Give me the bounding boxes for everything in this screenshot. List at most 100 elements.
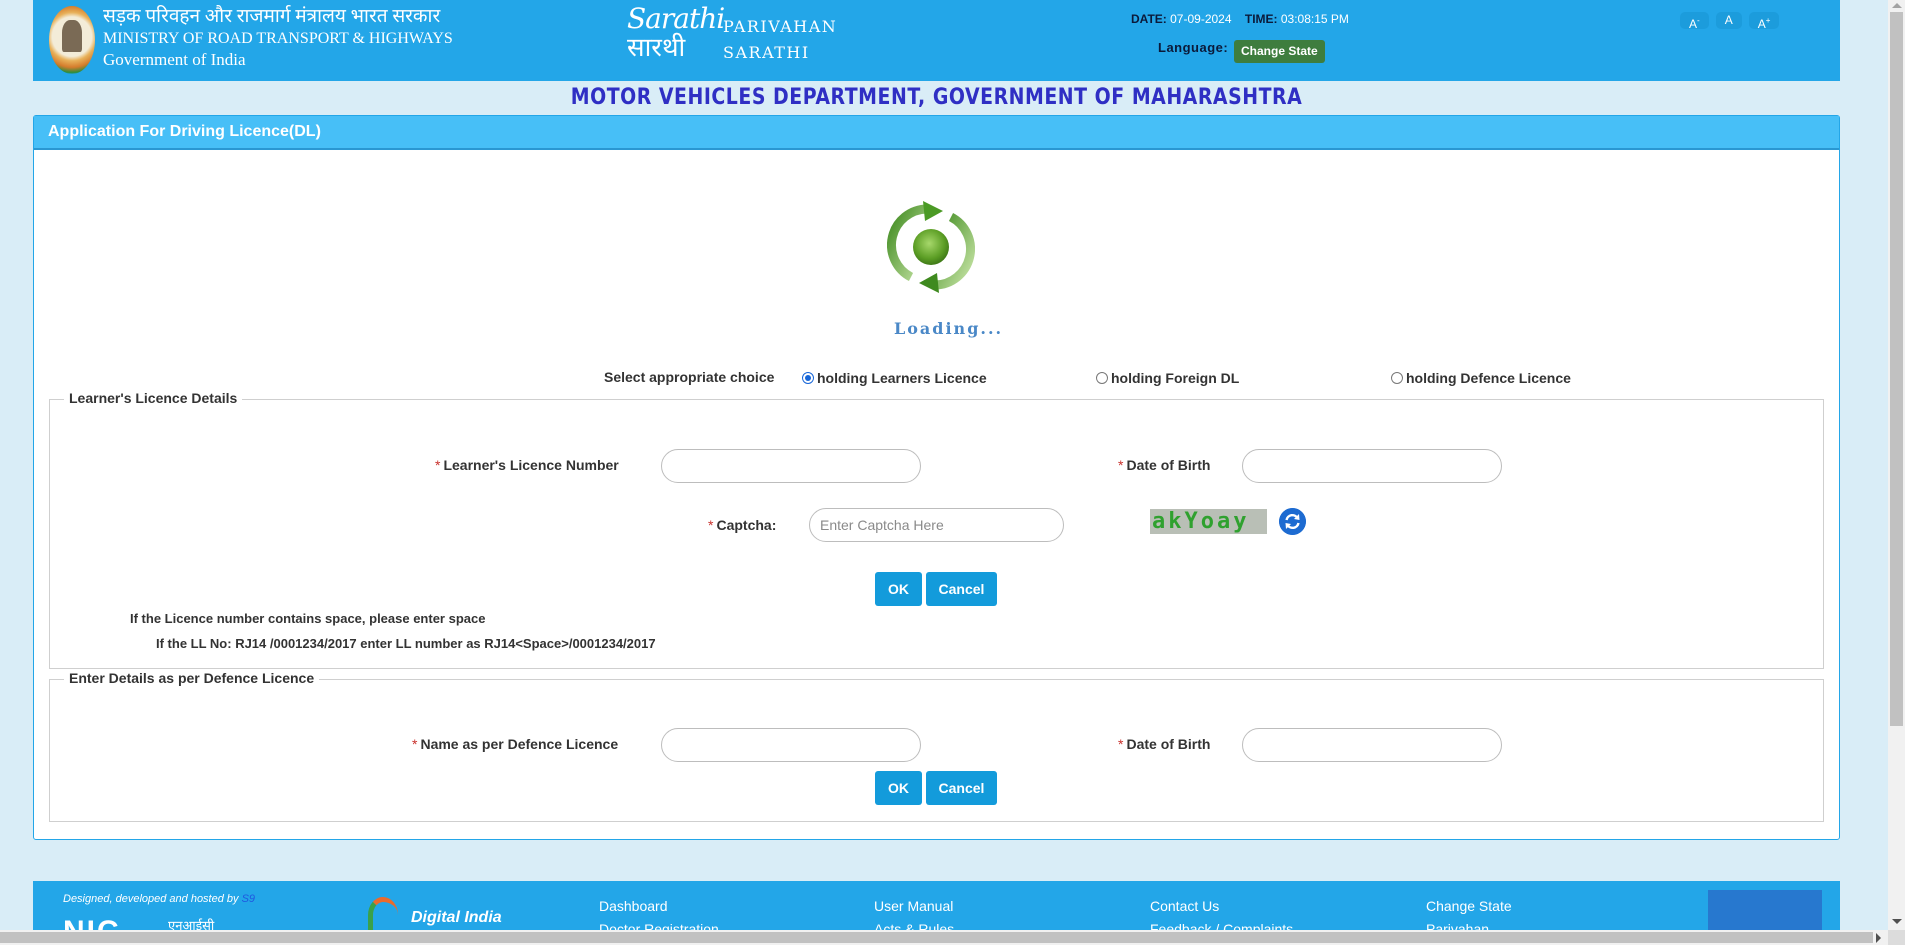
required-mark: * — [1118, 736, 1124, 752]
date-label: DATE: — [1131, 12, 1167, 26]
defence-name-label: * Name as per Defence Licence — [412, 736, 618, 752]
language-label: Language: — [1158, 40, 1229, 55]
captcha-input[interactable] — [809, 508, 1064, 542]
captcha-label-text: Captcha: — [716, 517, 777, 533]
defence-cancel-button[interactable]: Cancel — [926, 771, 997, 805]
required-mark: * — [435, 457, 441, 473]
radio-label: holding Learners Licence — [817, 370, 987, 386]
font-decrease-label: A — [1689, 17, 1698, 31]
scroll-up-arrow-icon[interactable] — [1892, 3, 1902, 8]
ll-number-input[interactable] — [661, 449, 921, 483]
site-header: सड़क परिवहन और राजमार्ग मंत्रालय भारत सर… — [33, 0, 1840, 81]
panel-heading: Application For Driving Licence(DL) — [34, 116, 1839, 150]
radio-defence-licence[interactable]: holding Defence Licence — [1391, 370, 1571, 386]
radio-label: holding Foreign DL — [1111, 370, 1240, 386]
footer-link-feedback[interactable]: Feedback / Complaints — [1150, 921, 1293, 930]
designed-by: Designed, developed and hosted by S9 — [63, 893, 255, 905]
footer-link-acts-rules[interactable]: Acts & Rules — [874, 921, 954, 930]
required-mark: * — [708, 517, 714, 533]
ministry-english: MINISTRY OF ROAD TRANSPORT & HIGHWAYS — [103, 30, 453, 47]
time-label: TIME: — [1244, 12, 1278, 26]
department-title: MOTOR VEHICLES DEPARTMENT, GOVERNMENT OF… — [570, 85, 1303, 110]
designed-by-text: Designed, developed and hosted by — [63, 893, 239, 905]
sarathi-logo-hindi: सारथी — [627, 33, 686, 63]
learner-ok-button[interactable]: OK — [875, 572, 922, 606]
change-state-button[interactable]: Change State — [1234, 40, 1325, 63]
ll-format-example: If the LL No: RJ14 /0001234/2017 enter L… — [156, 636, 656, 651]
vertical-scrollbar[interactable] — [1888, 0, 1905, 930]
defence-licence-fieldset: Enter Details as per Defence Licence * Na… — [49, 670, 1824, 822]
government-of-india: Government of India — [103, 50, 246, 69]
captcha-label: * Captcha: — [708, 517, 776, 533]
time-value: 03:08:15 PM — [1280, 12, 1349, 26]
radio-learners-licence[interactable]: holding Learners Licence — [802, 370, 987, 386]
defence-name-input[interactable] — [661, 728, 921, 762]
brand-line-2: SARATHI — [723, 43, 810, 62]
learner-cancel-button[interactable]: Cancel — [926, 572, 997, 606]
digital-india-logo-icon — [368, 897, 398, 930]
national-emblem-icon — [49, 6, 95, 74]
footer-link-contact-us[interactable]: Contact Us — [1150, 898, 1219, 914]
sarathi-logo-text: Sarathi — [627, 2, 725, 35]
font-decrease-sup: - — [1697, 16, 1700, 25]
footer-link-change-state[interactable]: Change State — [1426, 898, 1512, 914]
fieldset-legend: Learner's Licence Details — [64, 390, 243, 406]
footer-link-parivahan[interactable]: Parivahan — [1426, 921, 1489, 930]
horizontal-scrollbar-thumb[interactable] — [0, 932, 1873, 943]
required-mark: * — [412, 736, 418, 752]
font-normal-button[interactable]: A — [1715, 12, 1742, 29]
ministry-hindi: सड़क परिवहन और राजमार्ग मंत्रालय भारत सर… — [103, 6, 441, 27]
font-increase-button[interactable]: A+ — [1748, 12, 1780, 31]
date-value: 07-09-2024 — [1170, 12, 1232, 26]
refresh-captcha-icon[interactable] — [1279, 508, 1306, 535]
choice-label: Select appropriate choice — [604, 369, 775, 385]
nic-logo: NIC — [63, 915, 121, 930]
learners-licence-fieldset: Learner's Licence Details * Learner's Lic… — [49, 390, 1824, 669]
defence-dob-label: * Date of Birth — [1118, 736, 1210, 752]
defence-name-label-text: Name as per Defence Licence — [420, 736, 619, 752]
footer-badge — [1708, 890, 1822, 930]
scroll-right-arrow-icon[interactable] — [1876, 933, 1881, 943]
required-mark: * — [1118, 457, 1124, 473]
horizontal-scrollbar[interactable] — [0, 930, 1888, 945]
space-note: If the Licence number contains space, pl… — [130, 611, 486, 626]
page-viewport: सड़क परिवहन और राजमार्ग मंत्रालय भारत सर… — [0, 0, 1888, 930]
scroll-down-arrow-icon[interactable] — [1892, 919, 1902, 924]
captcha-image: akYoay — [1150, 509, 1267, 534]
fieldset-legend: Enter Details as per Defence Licence — [64, 670, 320, 686]
footer-link-user-manual[interactable]: User Manual — [874, 898, 953, 914]
font-size-controls: A- A A+ — [1680, 12, 1780, 31]
defence-dob-input[interactable] — [1242, 728, 1502, 762]
radio-foreign-dl[interactable]: holding Foreign DL — [1096, 370, 1239, 386]
font-decrease-button[interactable]: A- — [1680, 12, 1709, 31]
footer-link-dashboard[interactable]: Dashboard — [599, 898, 668, 914]
application-panel: Application For Driving Licence(DL) Load… — [33, 115, 1840, 840]
radio-button[interactable] — [1391, 372, 1403, 384]
ll-number-label-text: Learner's Licence Number — [443, 457, 619, 473]
radio-button[interactable] — [1096, 372, 1108, 384]
defence-ok-button[interactable]: OK — [875, 771, 922, 805]
dob-label: * Date of Birth — [1118, 457, 1210, 473]
nic-hindi: एनआईसी — [168, 918, 215, 930]
radio-button-selected[interactable] — [802, 372, 814, 384]
ministry-block: सड़क परिवहन और राजमार्ग मंत्रालय भारत सर… — [103, 6, 453, 70]
scrollbar-corner — [1888, 930, 1905, 945]
date-time-display: DATE: 07-09-2024 TIME: 03:08:15 PM — [1131, 12, 1359, 26]
brand-name: PARIVAHAN SARATHI — [723, 14, 837, 66]
vertical-scrollbar-thumb[interactable] — [1890, 12, 1903, 726]
dob-input[interactable] — [1242, 449, 1502, 483]
brand-line-1: PARIVAHAN — [723, 17, 838, 36]
sarathi-logo: Sarathi सारथी — [627, 2, 725, 66]
footer-link-doctor-registration[interactable]: Doctor Registration — [599, 921, 719, 930]
ll-number-label: * Learner's Licence Number — [435, 457, 619, 473]
font-increase-sup: + — [1765, 16, 1771, 25]
site-footer: Designed, developed and hosted by S9 NIC… — [33, 881, 1840, 930]
font-normal-label: A — [1724, 13, 1733, 27]
defence-dob-label-text: Date of Birth — [1126, 736, 1211, 752]
designed-by-link[interactable]: S9 — [242, 893, 255, 905]
font-increase-label: A — [1757, 17, 1766, 31]
loading-spinner-icon — [887, 201, 975, 293]
loading-text: Loading... — [894, 319, 1004, 338]
dob-label-text: Date of Birth — [1126, 457, 1211, 473]
radio-label: holding Defence Licence — [1406, 370, 1571, 386]
